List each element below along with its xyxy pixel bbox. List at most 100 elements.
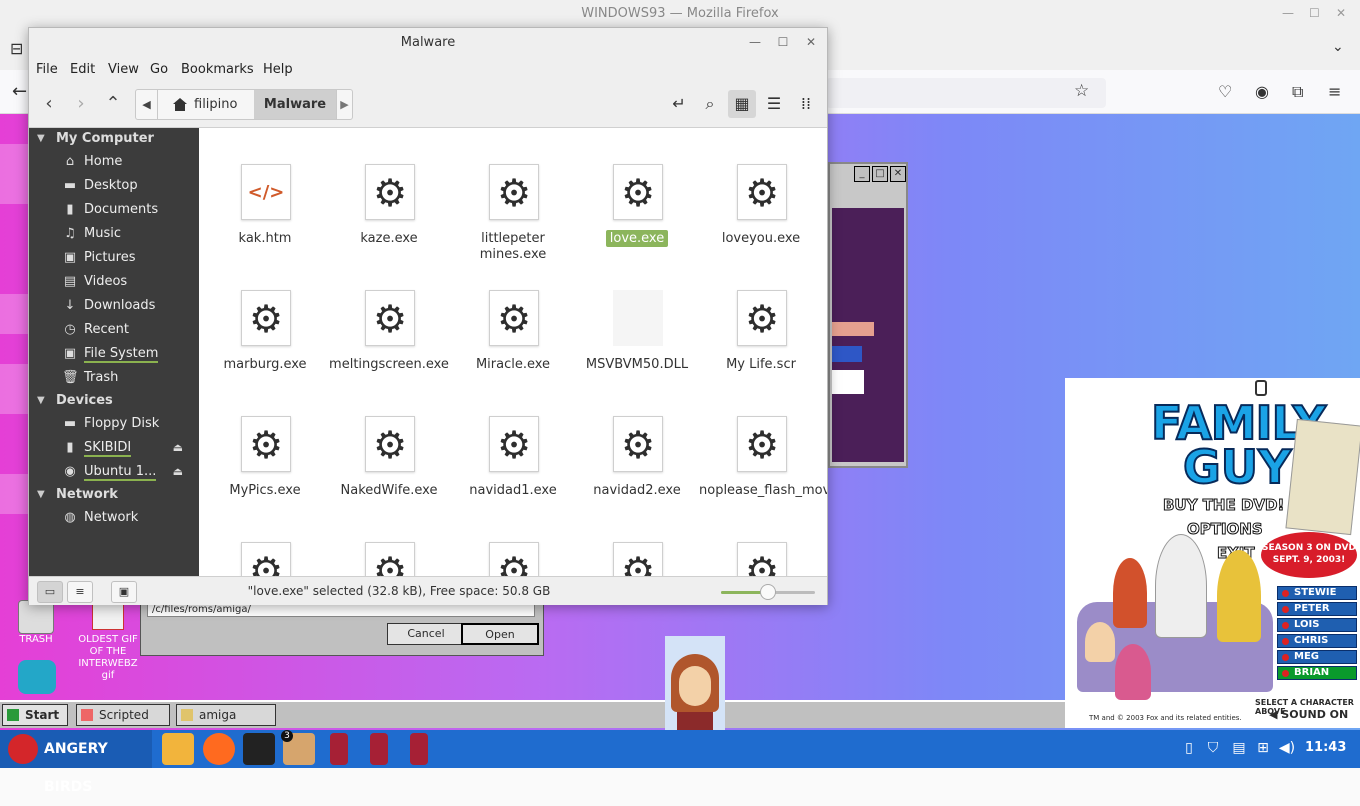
file-item[interactable]: MSVBVM50.DLL [575, 282, 699, 402]
file-item[interactable]: ⚙ loveyou.exe [699, 156, 823, 276]
character-button-chris[interactable]: CHRIS [1277, 634, 1357, 648]
sidebar-section-network[interactable]: ▼ Network [29, 484, 199, 506]
character-button-stewie[interactable]: STEWIE [1277, 586, 1357, 600]
file-item[interactable]: ⚙ noplease_flash_movie.exe [699, 408, 827, 528]
tab-list-icon[interactable]: ⊟ [10, 39, 23, 58]
minimize-button[interactable]: _ [854, 166, 870, 182]
sidebar-item-trash[interactable]: 🗑︎ Trash [29, 366, 199, 390]
maximize-button[interactable]: ☐ [1309, 6, 1320, 20]
wine-glass-icon[interactable] [410, 733, 428, 765]
file-item[interactable]: ⚙ [575, 534, 699, 576]
lois-avatar[interactable] [665, 636, 725, 730]
notes-icon[interactable]: ▤ [1230, 739, 1248, 757]
start-button[interactable]: Start [2, 704, 68, 726]
file-item[interactable]: </> kak.htm [203, 156, 327, 276]
maximize-button[interactable]: ☐ [775, 34, 791, 50]
sidebar-item-floppy[interactable]: ▬ Floppy Disk [29, 412, 199, 436]
up-icon[interactable]: ⌃ [99, 90, 127, 118]
zoom-slider[interactable] [721, 584, 815, 600]
breadcrumb-scroll-right[interactable]: ▶ [336, 90, 352, 119]
sound-toggle[interactable]: ◀ SOUND ON [1269, 708, 1348, 721]
menu-go[interactable]: Go [150, 62, 168, 77]
menu-help[interactable]: Help [263, 62, 293, 77]
volume-icon[interactable]: ◀) [1278, 739, 1296, 757]
gif-desktop-label[interactable]: OLDEST GIF OF THE INTERWEBZ gif [72, 634, 144, 682]
menu-bookmarks[interactable]: Bookmarks [181, 62, 254, 77]
menu-icon[interactable]: ≡ [1328, 82, 1341, 101]
character-button-lois[interactable]: LOIS [1277, 618, 1357, 632]
file-item[interactable]: ⚙ littlepeter mines.exe [451, 156, 575, 276]
file-item[interactable]: ⚙ navidad2.exe [575, 408, 699, 528]
file-item[interactable]: ⚙ navidad1.exe [451, 408, 575, 528]
close-button[interactable]: ✕ [803, 34, 819, 50]
sidebar-item-skibidi[interactable]: ▮ SKIBIDI ⏏ [29, 436, 199, 460]
dolphin-desktop-icon[interactable] [18, 660, 56, 694]
character-button-peter[interactable]: PETER [1277, 602, 1357, 616]
sidebar-item-music[interactable]: ♫ Music [29, 222, 199, 246]
character-button-brian[interactable]: BRIAN [1277, 666, 1357, 680]
file-item[interactable]: ⚙ [203, 534, 327, 576]
compact-view-icon[interactable]: ⁞⁞ [792, 90, 820, 118]
forward-icon[interactable]: › [67, 90, 95, 118]
trash-desktop-label[interactable]: TRASH [8, 634, 64, 645]
character-stewie[interactable] [1085, 622, 1115, 662]
file-item[interactable]: ⚙ [699, 534, 823, 576]
sidebar-section-my-computer[interactable]: ▼ My Computer [29, 128, 199, 150]
breadcrumb-home[interactable]: filipino [160, 90, 254, 119]
back-icon[interactable]: ‹ [35, 90, 63, 118]
menu-edit[interactable]: Edit [70, 62, 95, 77]
search-icon[interactable]: ⌕ [696, 90, 724, 118]
toggle-sidebar-button[interactable]: ▣ [111, 581, 137, 603]
open-button[interactable]: Open [461, 623, 539, 645]
network-tray-icon[interactable]: ⊞ [1254, 739, 1272, 757]
taskbar-item-amiga[interactable]: amiga [176, 704, 276, 726]
account-icon[interactable]: ◉ [1255, 82, 1269, 101]
desktop-icon-partial[interactable] [0, 144, 30, 204]
terminal-launcher-icon[interactable] [243, 733, 275, 765]
file-view[interactable]: </> kak.htm ⚙ kaze.exe ⚙ littlepeter mines.ex… [199, 128, 827, 576]
sidebar-section-devices[interactable]: ▼ Devices [29, 390, 199, 412]
character-meg[interactable] [1115, 644, 1151, 700]
sidebar-item-network[interactable]: ◍ Network [29, 506, 199, 530]
sidebar-item-videos[interactable]: ▤ Videos [29, 270, 199, 294]
file-item[interactable]: ⚙ MyPics.exe [203, 408, 327, 528]
cancel-button[interactable]: Cancel [387, 623, 465, 645]
close-button[interactable]: ✕ [1336, 6, 1346, 20]
sidebar-item-ubuntu[interactable]: ◉ Ubuntu 1... ⏏ [29, 460, 199, 484]
maximize-button[interactable]: □ [872, 166, 888, 182]
bookmark-star-icon[interactable]: ☆ [1074, 81, 1089, 101]
clipboard-icon[interactable]: ▯ [1180, 739, 1198, 757]
sidebar-item-home[interactable]: ⌂ Home [29, 150, 199, 174]
file-item[interactable]: ⚙ marburg.exe [203, 282, 327, 402]
sidebar-item-file-system[interactable]: ▣ File System [29, 342, 199, 366]
extensions-icon[interactable]: ⧉ [1292, 82, 1303, 102]
menu-file[interactable]: File [36, 62, 58, 77]
trash-desktop-icon[interactable] [18, 600, 54, 634]
file-item[interactable]: ⚙ kaze.exe [327, 156, 451, 276]
wine-glass-icon[interactable] [330, 733, 348, 765]
wine-glass-icon[interactable] [370, 733, 388, 765]
menu-button[interactable]: ANGERY BIRDS [0, 730, 152, 795]
zoom-slider-handle[interactable] [760, 584, 776, 600]
back-icon[interactable]: ← [12, 81, 27, 102]
window-titlebar[interactable]: Malware — ☐ ✕ [29, 28, 827, 58]
file-item[interactable]: ⚙ My Life.scr [699, 282, 823, 402]
taskbar-item-scripted[interactable]: Scripted A... [76, 704, 170, 730]
chevron-down-icon[interactable]: ⌄ [1332, 39, 1344, 55]
file-item[interactable]: ⚙ meltingscreen.exe [327, 282, 451, 402]
breadcrumb-scroll-left[interactable]: ◀ [136, 90, 158, 119]
sidebar-item-recent[interactable]: ◷ Recent [29, 318, 199, 342]
menu-view[interactable]: View [108, 62, 139, 77]
desktop-icon-partial[interactable] [0, 294, 30, 334]
sidebar-item-documents[interactable]: ▮ Documents [29, 198, 199, 222]
desktop-icon-partial[interactable] [0, 474, 30, 514]
sidebar-item-desktop[interactable]: ▬ Desktop [29, 174, 199, 198]
close-button[interactable]: ✕ [890, 166, 906, 182]
path-field[interactable]: /c/files/roms/amiga/ [147, 603, 535, 617]
breadcrumb-current[interactable]: Malware [254, 90, 336, 119]
character-peter[interactable] [1155, 534, 1207, 638]
eject-icon[interactable]: ⏏ [173, 436, 183, 460]
icon-view-icon[interactable]: ▦ [728, 90, 756, 118]
toggle-location-icon[interactable]: ↵ [665, 90, 693, 118]
options-link[interactable]: OPTIONS [1187, 520, 1264, 539]
